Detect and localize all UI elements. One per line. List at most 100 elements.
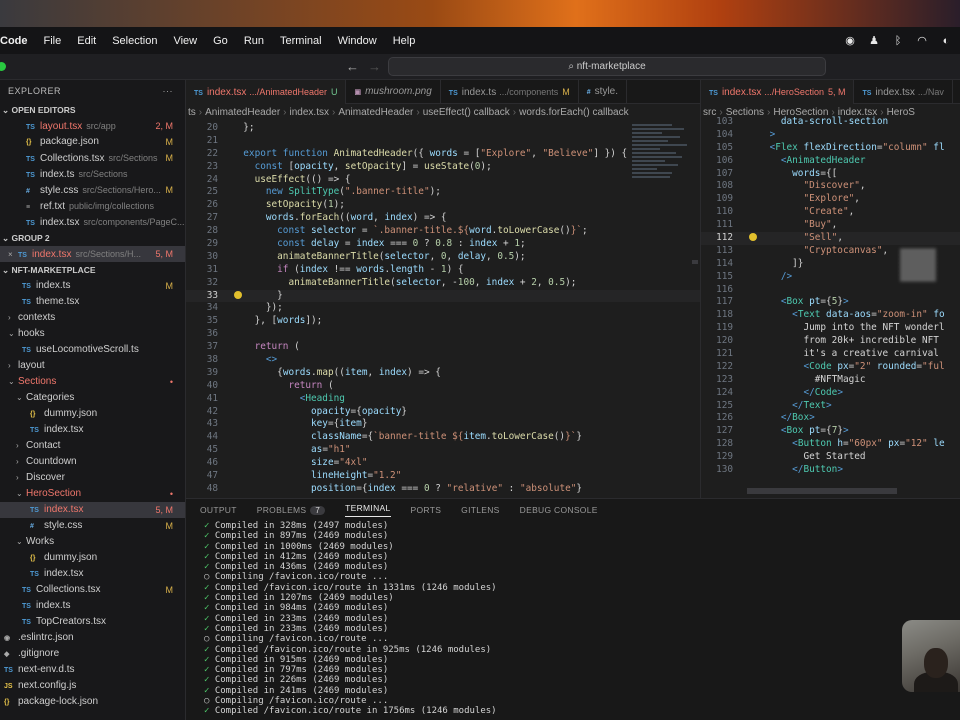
file-row[interactable]: ≡ ref.txt public/img/collections xyxy=(0,198,185,214)
menu-item-file[interactable]: File xyxy=(36,35,70,47)
panel-tab-gitlens[interactable]: GITLENS xyxy=(461,505,499,515)
record-icon[interactable]: ◉ xyxy=(844,35,856,47)
forward-arrow-icon[interactable]: → xyxy=(368,59,381,74)
bluetooth-icon[interactable]: ᛒ xyxy=(892,35,904,47)
git-status-badge: • xyxy=(169,377,173,387)
file-row[interactable]: › Contact xyxy=(0,438,185,454)
file-row[interactable]: TS useLocomotiveScroll.ts xyxy=(0,342,185,358)
terminal-line-text: Compiled in 984ms (2469 modules) xyxy=(214,603,389,614)
file-row[interactable]: × TS index.tsx src/Sections/H... 5, M xyxy=(0,246,185,262)
terminal-line-text: Compiled in 412ms (2469 modules) xyxy=(214,551,389,562)
panel-tab-ports[interactable]: PORTS xyxy=(411,505,442,515)
file-row[interactable]: ⌄ Categories xyxy=(0,390,185,406)
more-actions-icon[interactable]: ··· xyxy=(163,80,174,102)
file-row[interactable]: {} package-lock.json xyxy=(0,694,185,710)
lightbulb-icon[interactable] xyxy=(234,290,242,299)
breadcrumb-item[interactable]: ts xyxy=(188,107,196,118)
file-row[interactable]: TS index.tsx 5, M xyxy=(0,502,185,518)
editor-tab[interactable]: TS index.tsx .../HeroSection 5, M xyxy=(701,80,855,104)
menu-item-selection[interactable]: Selection xyxy=(104,35,165,47)
file-row[interactable]: TS Collections.tsx src/Sections M xyxy=(0,150,185,166)
file-row[interactable]: TS index.ts M xyxy=(0,278,185,294)
breadcrumb-item[interactable]: index.tsx xyxy=(290,107,329,118)
file-row[interactable]: ⌄ HeroSection • xyxy=(0,486,185,502)
file-row[interactable]: {} dummy.json xyxy=(0,550,185,566)
editor-scrollbar-left[interactable] xyxy=(692,260,698,264)
group2-section[interactable]: ⌄ GROUP 2 xyxy=(0,230,185,246)
editor-tab[interactable]: # style. xyxy=(579,80,628,104)
file-row[interactable]: TS index.tsx xyxy=(0,566,185,582)
file-name: Collections.tsx xyxy=(36,584,101,595)
breadcrumb-item[interactable]: AnimatedHeader xyxy=(338,107,413,118)
project-section[interactable]: ⌄ NFT-MARKETPLACE xyxy=(0,262,185,278)
file-row[interactable]: TS layout.tsx src/app 2, M xyxy=(0,118,185,134)
menu-app-name[interactable]: Code xyxy=(0,35,36,47)
file-row[interactable]: {} dummy.json xyxy=(0,406,185,422)
file-row[interactable]: # style.css M xyxy=(0,518,185,534)
file-row[interactable]: TS index.tsx xyxy=(0,422,185,438)
panel-tab-output[interactable]: OUTPUT xyxy=(200,505,237,515)
file-row[interactable]: ◆ .gitignore xyxy=(0,646,185,662)
user-icon[interactable]: ♟ xyxy=(868,35,880,47)
file-row[interactable]: TS theme.tsx xyxy=(0,294,185,310)
menu-item-run[interactable]: Run xyxy=(236,35,272,47)
check-icon: ✓ xyxy=(204,551,215,562)
menu-item-go[interactable]: Go xyxy=(205,35,236,47)
pending-icon: ○ xyxy=(204,572,215,583)
terminal-line-text: Compiled in 328ms (2497 modules) xyxy=(214,521,389,531)
terminal-line-text: Compiled in 233ms (2469 modules) xyxy=(214,613,389,624)
menu-item-help[interactable]: Help xyxy=(385,35,424,47)
breadcrumb-item[interactable]: words.forEach() callback xyxy=(519,107,628,118)
panel-tab-terminal[interactable]: TERMINAL xyxy=(345,503,391,517)
back-arrow-icon[interactable]: ← xyxy=(346,59,359,74)
menu-item-window[interactable]: Window xyxy=(330,35,385,47)
command-center-search[interactable]: ⌕ nft-marketplace xyxy=(388,57,826,76)
wifi-icon[interactable]: ◠ xyxy=(916,35,928,47)
file-row[interactable]: ⌄ Works xyxy=(0,534,185,550)
terminal-line: ✓ Compiled /favicon.ico/route in 925ms (… xyxy=(186,645,960,655)
file-row[interactable]: ⌄ hooks xyxy=(0,326,185,342)
file-path: src/app xyxy=(86,121,116,131)
menu-item-edit[interactable]: Edit xyxy=(69,35,104,47)
file-type-icon: TS xyxy=(26,172,35,179)
code-area-right[interactable]: 103 data-scroll-section 104 > 105 <Flex … xyxy=(701,116,960,477)
breadcrumb-item[interactable]: AnimatedHeader xyxy=(205,107,280,118)
code-area-left[interactable]: 20 }; 21 22 export function AnimatedHead… xyxy=(186,122,700,496)
control-center-icon[interactable]: ◐ xyxy=(940,35,952,47)
editor-tab[interactable]: TS index.tsx .../AnimatedHeader U xyxy=(186,80,347,104)
file-row[interactable]: # style.css src/Sections/Hero... M xyxy=(0,182,185,198)
file-row[interactable]: › Countdown xyxy=(0,454,185,470)
file-type-icon: TS xyxy=(22,283,31,290)
lightbulb-icon-right[interactable] xyxy=(749,233,757,242)
menu-item-terminal[interactable]: Terminal xyxy=(272,35,330,47)
editor-tab[interactable]: TS index.ts .../components M xyxy=(441,80,579,104)
file-row[interactable]: TS Collections.tsx M xyxy=(0,582,185,598)
breadcrumb-item[interactable]: useEffect() callback xyxy=(423,107,510,118)
file-row[interactable]: ⌄ Sections • xyxy=(0,374,185,390)
file-row[interactable]: ◉ .eslintrc.json xyxy=(0,630,185,646)
editor-tab[interactable]: TS index.tsx .../Nav xyxy=(854,80,953,104)
file-row[interactable]: › contexts xyxy=(0,310,185,326)
panel-tab-problems[interactable]: PROBLEMS 7 xyxy=(257,505,326,515)
open-editors-section[interactable]: ⌄ OPEN EDITORS xyxy=(0,102,185,118)
menu-item-view[interactable]: View xyxy=(165,35,205,47)
file-row[interactable]: › layout xyxy=(0,358,185,374)
editor-hscrollbar-right[interactable] xyxy=(747,488,897,494)
file-row[interactable]: TS TopCreators.tsx xyxy=(0,614,185,630)
window-zoom-button[interactable] xyxy=(0,62,6,71)
file-row[interactable]: › Discover xyxy=(0,470,185,486)
file-row[interactable]: {} package.json M xyxy=(0,134,185,150)
terminal-output[interactable]: ✓ Compiled in 328ms (2497 modules) ✓ Comp… xyxy=(186,521,960,717)
file-row[interactable]: TS index.tsx src/components/PageC... xyxy=(0,214,185,230)
panel-tab-debug-console[interactable]: DEBUG CONSOLE xyxy=(520,505,598,515)
tab-name: style. xyxy=(594,86,619,97)
file-row[interactable]: TS index.ts src/Sections xyxy=(0,166,185,182)
file-row[interactable]: JS next.config.js xyxy=(0,678,185,694)
file-row[interactable]: TS next-env.d.ts xyxy=(0,662,185,678)
editor-tab[interactable]: ▣ mushroom.png xyxy=(346,80,441,104)
close-icon[interactable]: × xyxy=(8,247,18,262)
file-row[interactable]: TS index.ts xyxy=(0,598,185,614)
minimap[interactable] xyxy=(632,124,692,264)
explorer-sidebar: EXPLORER ··· ⌄ OPEN EDITORS TS layout.tsx s… xyxy=(0,80,186,720)
terminal-line: ✓ Compiled in 1000ms (2469 modules) xyxy=(186,542,960,552)
